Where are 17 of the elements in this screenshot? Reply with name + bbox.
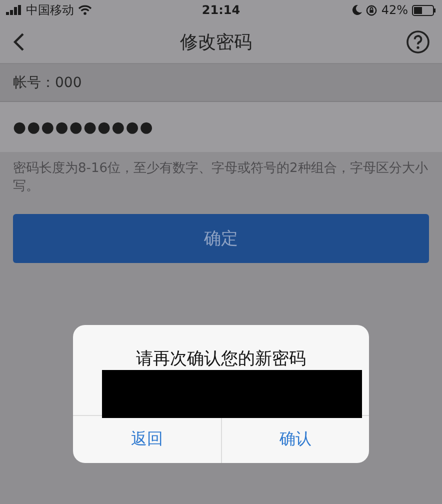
- confirm-button[interactable]: 确定: [13, 214, 429, 263]
- wifi-icon: [78, 5, 92, 15]
- dialog-button[interactable]: 返回: [73, 416, 220, 463]
- password-field[interactable]: ●●●●●●●●●●: [0, 102, 442, 152]
- account-label: 帐号：000: [13, 74, 82, 92]
- signal-icon: [6, 5, 22, 15]
- back-button[interactable]: [12, 32, 26, 52]
- help-button[interactable]: [406, 30, 430, 54]
- battery-percent: 42%: [381, 3, 408, 17]
- password-hint: 密码长度为8-16位，至少有数字、字母或符号的2种组合，字母区分大小写。: [12, 160, 429, 196]
- dialog-title: 请再次确认您的新密码: [135, 348, 307, 370]
- rotation-lock-icon: [366, 4, 378, 16]
- moon-icon: [352, 5, 362, 15]
- carrier-name: 中国移动: [26, 2, 74, 18]
- clock-time: 21:14: [202, 3, 240, 17]
- battery-icon: [412, 4, 436, 16]
- page-title: 修改密码: [180, 30, 252, 54]
